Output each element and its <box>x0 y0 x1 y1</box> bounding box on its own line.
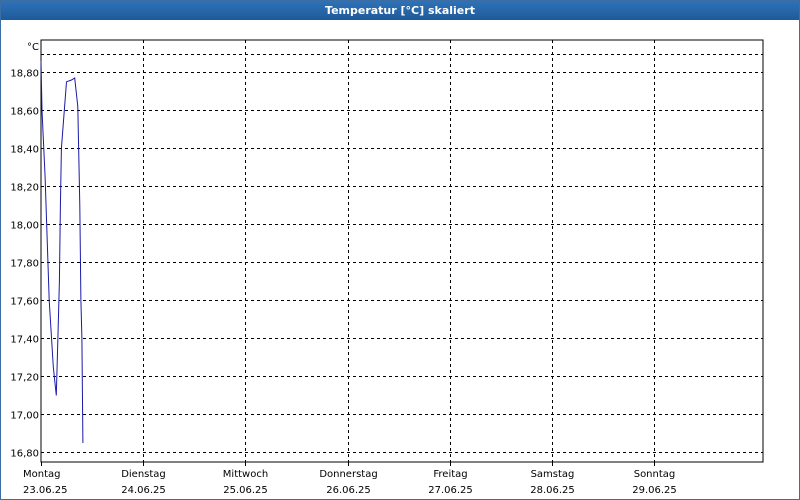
x-tick-date: 28.06.25 <box>530 485 575 496</box>
x-tick-day: Montag <box>23 469 60 480</box>
y-tick-label: 18,00 <box>10 221 39 232</box>
y-axis-unit: °C <box>27 42 39 53</box>
y-tick-label: 17,80 <box>10 259 39 270</box>
temperature-chart: 16,80 17,00 17,20 17,40 17,60 17,80 18,00 18,20… <box>10 39 764 496</box>
x-tick-day: Mittwoch <box>223 469 268 480</box>
x-tick-date: 26.06.25 <box>326 485 371 496</box>
y-tick-label: 17,20 <box>10 373 39 384</box>
y-tick-label: 18,40 <box>10 145 39 156</box>
x-tick-day: Donnerstag <box>319 469 377 480</box>
y-tick-label: 18,20 <box>10 183 39 194</box>
y-tick-label: 17,60 <box>10 297 39 308</box>
window-title: Temperatur [°C] skaliert <box>1 1 799 20</box>
y-tick-label: 17,40 <box>10 335 39 346</box>
x-tick-date: 27.06.25 <box>428 485 473 496</box>
x-tick-day: Samstag <box>531 469 575 480</box>
x-tick-day: Dienstag <box>121 469 166 480</box>
x-tick-date: 24.06.25 <box>121 485 166 496</box>
x-tick-date: 29.06.25 <box>632 485 677 496</box>
x-tick-date: 25.06.25 <box>223 485 268 496</box>
x-tick-date: 23.06.25 <box>23 485 68 496</box>
y-tick-label: 18,80 <box>10 69 39 80</box>
chart-window: Temperatur [°C] skaliert 16,80 17,00 17,20… <box>0 0 800 500</box>
x-tick-day: Sonntag <box>634 469 676 480</box>
y-tick-label: 17,00 <box>10 411 39 422</box>
y-tick-label: 18,60 <box>10 107 39 118</box>
y-tick-label: 16,80 <box>10 449 39 460</box>
x-tick-day: Freitag <box>433 469 467 480</box>
